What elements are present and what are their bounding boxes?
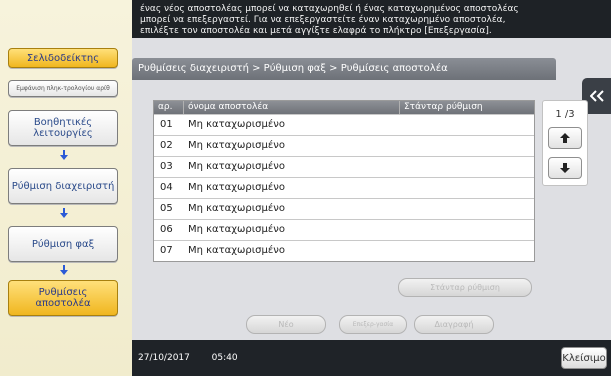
row-sender-name: Μη καταχωρισμένο xyxy=(188,224,285,235)
page-indicator: 1 /3 xyxy=(555,109,575,120)
show-keypad-button[interactable]: Εμφάνιση πληκ-τρολογίου αρίθ xyxy=(8,80,118,97)
status-date: 27/10/2017 xyxy=(138,353,190,363)
close-button[interactable]: Κλείσιμο xyxy=(561,347,607,369)
table-row[interactable]: 04 Μη καταχωρισμένο xyxy=(154,177,534,198)
down-arrow-icon xyxy=(60,265,68,275)
down-arrow-icon xyxy=(60,208,68,218)
row-sender-name: Μη καταχωρισμένο xyxy=(188,161,285,172)
fax-sender-settings-screen: Σελιδοδείκτης Εμφάνιση πληκ-τρολογίου αρ… xyxy=(0,0,611,376)
arrow-down-icon xyxy=(559,159,571,178)
sidebar-item-fax-settings[interactable]: Ρύθμιση φαξ xyxy=(8,226,118,262)
page-up-button[interactable] xyxy=(548,127,582,149)
row-number: 01 xyxy=(160,119,173,130)
breadcrumb: Ρυθμίσεις διαχειριστή > Ρύθμιση φαξ > Ρυ… xyxy=(132,58,556,80)
row-number: 05 xyxy=(160,203,173,214)
double-chevron-left-icon xyxy=(589,87,604,106)
row-number: 06 xyxy=(160,224,173,235)
message-line-2: μπορεί να επεξεργαστεί. Για να επεξεργασ… xyxy=(140,15,506,25)
left-sidebar: Σελιδοδείκτης Εμφάνιση πληκ-τρολογίου αρ… xyxy=(0,0,132,376)
bookmark-button[interactable]: Σελιδοδείκτης xyxy=(8,48,118,68)
row-sender-name: Μη καταχωρισμένο xyxy=(188,203,285,214)
row-sender-name: Μη καταχωρισμένο xyxy=(188,140,285,151)
message-line-1: ένας νέος αποστολέας μπορεί να καταχωρηθ… xyxy=(140,4,519,14)
table-row[interactable]: 05 Μη καταχωρισμένο xyxy=(154,198,534,219)
row-number: 03 xyxy=(160,161,173,172)
sender-list-table: αρ. όνομα αποστολέα Στάνταρ ρύθμιση 01 Μ… xyxy=(153,100,535,262)
edit-button[interactable]: Επεξερ-γασία xyxy=(339,315,407,334)
row-number: 02 xyxy=(160,140,173,151)
table-row[interactable]: 06 Μη καταχωρισμένο xyxy=(154,219,534,240)
sidebar-item-admin-settings[interactable]: Ρύθμιση διαχειριστή xyxy=(8,168,118,204)
row-sender-name: Μη καταχωρισμένο xyxy=(188,245,285,256)
sidebar-item-utility[interactable]: Βοηθητικές λειτουργίες xyxy=(8,110,118,146)
row-sender-name: Μη καταχωρισμένο xyxy=(188,182,285,193)
table-header: αρ. όνομα αποστολέα Στάνταρ ρύθμιση xyxy=(154,101,534,114)
default-setting-button[interactable]: Στάνταρ ρύθμιση xyxy=(398,278,532,297)
status-datetime: 27/10/2017 05:40 xyxy=(138,353,238,363)
instruction-message: ένας νέος αποστολέας μπορεί να καταχωρηθ… xyxy=(132,0,611,38)
row-number: 07 xyxy=(160,245,173,256)
row-sender-name: Μη καταχωρισμένο xyxy=(188,119,285,130)
message-line-3: επιλέξτε τον αποστολέα και μετά αγγίξτε … xyxy=(140,26,492,36)
sidebar-item-sender-settings[interactable]: Ρυθμίσεις αποστολέα xyxy=(8,280,118,316)
column-header-number: αρ. xyxy=(154,101,184,114)
page-navigator: 1 /3 xyxy=(542,100,588,186)
down-arrow-icon xyxy=(60,150,68,160)
status-time: 05:40 xyxy=(211,353,238,363)
arrow-up-icon xyxy=(559,129,571,148)
new-button[interactable]: Νέο xyxy=(246,315,326,334)
column-header-default: Στάνταρ ρύθμιση xyxy=(404,102,483,112)
table-row[interactable]: 03 Μη καταχωρισμένο xyxy=(154,156,534,177)
page-down-button[interactable] xyxy=(548,157,582,179)
table-row[interactable]: 07 Μη καταχωρισμένο xyxy=(154,240,534,261)
delete-button[interactable]: Διαγραφή xyxy=(414,315,494,334)
row-number: 04 xyxy=(160,182,173,193)
table-row[interactable]: 01 Μη καταχωρισμένο xyxy=(154,114,534,135)
column-header-sender-name: όνομα αποστολέα xyxy=(184,101,400,114)
table-row[interactable]: 02 Μη καταχωρισμένο xyxy=(154,135,534,156)
